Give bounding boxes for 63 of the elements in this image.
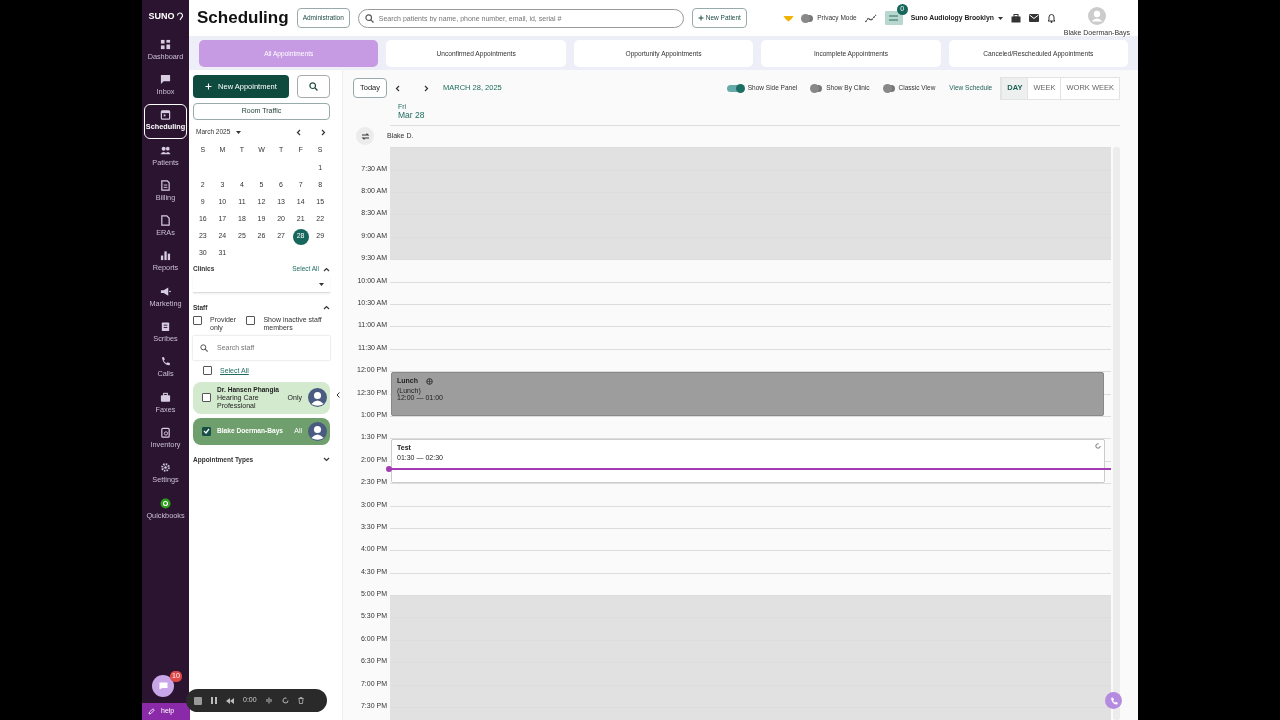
day-label: Mar 28 <box>398 110 426 122</box>
plus-icon <box>205 83 213 90</box>
trend-icon[interactable] <box>864 13 877 23</box>
calendar-icon <box>160 109 171 121</box>
mail-icon[interactable] <box>1028 14 1039 22</box>
page-title: Scheduling <box>197 7 289 30</box>
document-icon <box>160 215 171 227</box>
phone-icon <box>1109 696 1118 705</box>
repeat-icon <box>1095 443 1101 450</box>
megaphone-icon <box>160 285 171 297</box>
search-icon <box>364 13 374 23</box>
checkbox[interactable] <box>193 315 202 325</box>
circle-logo-icon <box>160 497 171 509</box>
swap-icon <box>360 132 370 140</box>
people-icon <box>160 144 171 156</box>
trash-icon[interactable] <box>297 697 304 704</box>
clipboard-icon <box>160 321 171 333</box>
plus-icon <box>697 15 704 21</box>
logo-text: SUNO <box>148 9 175 23</box>
chevron-up-icon[interactable] <box>323 305 330 311</box>
chevron-right-icon[interactable] <box>424 84 429 92</box>
scrollbar[interactable] <box>1113 147 1120 720</box>
chevron-down-icon[interactable] <box>323 457 330 463</box>
avatar-icon <box>308 421 327 441</box>
pencil-icon <box>148 708 155 715</box>
toggle-switch[interactable] <box>883 84 895 92</box>
toggle-switch[interactable] <box>811 84 823 92</box>
document-icon <box>160 179 171 191</box>
search-icon[interactable] <box>309 82 318 91</box>
grid-icon <box>160 38 171 50</box>
phone-icon <box>160 356 171 368</box>
bell-icon[interactable] <box>1046 13 1056 23</box>
briefcase-icon <box>160 391 171 403</box>
settings-icon <box>160 462 171 474</box>
chevron-left-icon[interactable] <box>296 128 301 136</box>
collapse-panel-icon[interactable] <box>336 392 340 398</box>
refresh-icon[interactable] <box>281 697 289 704</box>
checkbox[interactable] <box>202 393 211 403</box>
toggle-switch[interactable] <box>726 84 744 92</box>
briefcase-icon[interactable] <box>1010 13 1021 23</box>
search-icon <box>200 343 208 352</box>
search-button[interactable] <box>297 75 330 98</box>
caret-down-icon <box>319 282 324 286</box>
globe-icon <box>426 378 433 386</box>
caret-down-icon[interactable] <box>236 130 242 134</box>
bar-chart-icon <box>160 250 171 262</box>
chevron-up-icon[interactable] <box>323 266 330 272</box>
checkbox[interactable] <box>203 366 212 376</box>
stop-icon[interactable] <box>194 696 202 705</box>
message-icon <box>160 73 171 85</box>
chat-icon <box>158 682 168 690</box>
checkbox[interactable] <box>246 315 256 325</box>
chevron-left-icon[interactable] <box>395 84 400 92</box>
swap-button[interactable] <box>356 127 374 146</box>
checkbox[interactable] <box>202 426 211 436</box>
caret-down-icon <box>997 16 1003 20</box>
chevron-right-icon[interactable] <box>321 128 326 136</box>
pause-icon[interactable] <box>211 697 217 704</box>
toggle-switch[interactable] <box>802 14 814 22</box>
checklist-icon[interactable] <box>884 11 903 25</box>
avatar-icon <box>308 388 327 408</box>
clipboard-icon <box>160 426 171 438</box>
rewind-icon[interactable] <box>226 697 234 704</box>
